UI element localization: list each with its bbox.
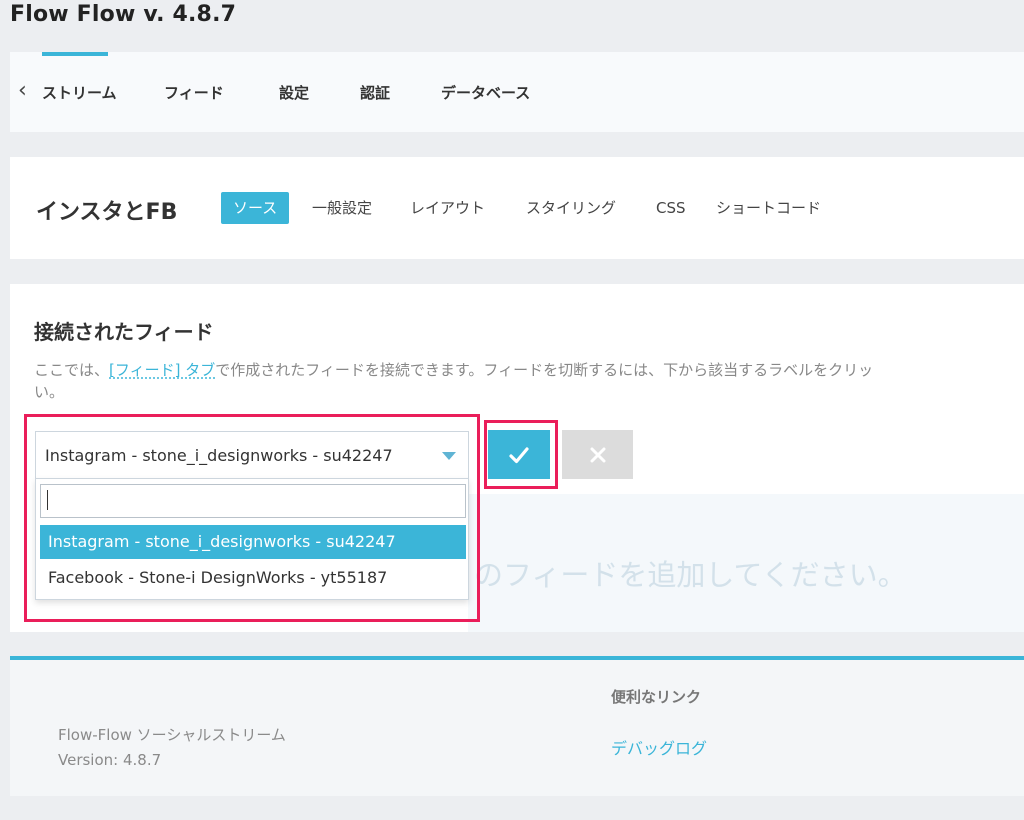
nav-item-auth[interactable]: 認証 <box>360 82 390 103</box>
feeds-tab-link[interactable]: [フィード] タブ <box>109 361 215 379</box>
tab-css[interactable]: CSS <box>656 192 686 224</box>
nav-item-database[interactable]: データベース <box>441 82 530 103</box>
feed-search-input[interactable] <box>40 484 466 518</box>
confirm-button[interactable] <box>488 430 550 479</box>
footer-product-name: Flow-Flow ソーシャルストリーム <box>58 726 286 744</box>
close-icon <box>590 447 605 462</box>
chevron-left-icon[interactable]: ‹ <box>18 78 27 103</box>
nav-item-feeds[interactable]: フィード <box>164 82 224 103</box>
feed-option-facebook[interactable]: Facebook - Stone-i DesignWorks - yt55187 <box>40 561 466 595</box>
cancel-button[interactable] <box>562 430 633 479</box>
feed-select[interactable]: Instagram - stone_i_designworks - su4224… <box>35 431 469 479</box>
footer-links-title: 便利なリンク <box>611 688 702 706</box>
feed-option-instagram[interactable]: Instagram - stone_i_designworks - su4224… <box>40 525 466 559</box>
nav-item-settings[interactable]: 設定 <box>279 82 309 103</box>
description-text: ここでは、 <box>34 361 110 379</box>
checkmark-icon <box>509 446 529 463</box>
debug-log-link[interactable]: デバッグログ <box>611 735 707 759</box>
nav-active-indicator <box>42 52 108 56</box>
tab-general-settings[interactable]: 一般設定 <box>312 192 372 224</box>
description-text-rest: で作成されたフィードを接続できます。フィードを切断するには、下から該当するラベル… <box>215 361 874 379</box>
feed-select-dropdown: Instagram - stone_i_designworks - su4224… <box>35 478 469 600</box>
description-text-line2: い。 <box>34 383 65 401</box>
section-description: ここでは、[フィード] タブで作成されたフィードを接続できます。フィードを切断す… <box>34 359 1024 403</box>
chevron-down-icon <box>442 452 456 460</box>
footer-version: Version: 4.8.7 <box>58 751 162 769</box>
stream-name: インスタとFB <box>36 200 178 225</box>
tab-source[interactable]: ソース <box>221 192 290 224</box>
text-cursor <box>47 490 48 510</box>
tab-styling[interactable]: スタイリング <box>526 192 616 224</box>
tab-layout[interactable]: レイアウト <box>410 192 485 224</box>
empty-state-text: のフィードを追加してください。 <box>474 558 907 592</box>
app-title: Flow Flow v. 4.8.7 <box>10 2 237 27</box>
section-title: 接続されたフィード <box>34 320 214 344</box>
feed-select-value: Instagram - stone_i_designworks - su4224… <box>45 446 393 465</box>
tab-shortcode[interactable]: ショートコード <box>716 192 821 224</box>
nav-item-streams[interactable]: ストリーム <box>42 82 117 103</box>
